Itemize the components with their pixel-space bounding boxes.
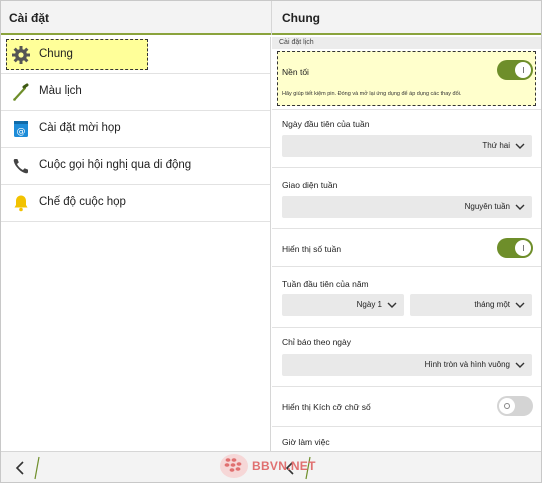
first-day-of-week-dropdown[interactable]: Thứ hai	[282, 135, 532, 157]
sidebar-item-general[interactable]: Chung	[1, 37, 270, 74]
dark-mode-highlight	[277, 51, 536, 106]
day-indicator-label: Chỉ báo theo ngày	[282, 337, 351, 347]
divider	[272, 109, 541, 110]
gear-icon	[11, 45, 31, 65]
sidebar-item-label: Màu lịch	[39, 85, 82, 97]
divider	[272, 266, 541, 267]
sidebar-item-meeting-mode[interactable]: Chế độ cuộc họp	[1, 185, 270, 222]
dropdown-value: Nguyên tuần	[464, 202, 510, 211]
first-week-day-dropdown[interactable]: Ngày 1	[282, 294, 404, 316]
dark-mode-label: Nền tối	[282, 67, 309, 77]
show-number-size-toggle[interactable]	[497, 396, 533, 416]
toggle-knob	[499, 398, 515, 414]
dropdown-value: tháng một	[474, 300, 510, 309]
app-window: Cài đặt Chung Chung Màu lịch @ Cài đặt m…	[0, 0, 542, 483]
watermark: BBVN.NET	[219, 452, 316, 480]
sidebar-item-label: Cài đặt mời họp	[39, 122, 121, 134]
chevron-left-icon	[15, 461, 24, 475]
watermark-text: BBVN.NET	[252, 459, 316, 473]
show-week-number-label: Hiển thị số tuần	[282, 244, 342, 254]
chevron-down-icon	[515, 143, 525, 149]
divider	[272, 228, 541, 229]
show-number-size-label: Hiển thị Kích cỡ chữ số	[282, 402, 371, 412]
week-view-dropdown[interactable]: Nguyên tuần	[282, 196, 532, 218]
toggle-knob	[515, 62, 531, 78]
chevron-down-icon	[387, 302, 397, 308]
first-week-month-dropdown[interactable]: tháng một	[410, 294, 532, 316]
svg-text:@: @	[17, 127, 26, 137]
chevron-down-icon	[515, 362, 525, 368]
dropdown-value: Ngày 1	[356, 300, 382, 309]
chevron-down-icon	[515, 204, 525, 210]
sidebar-item-label: Chế độ cuộc họp	[39, 196, 126, 208]
dropdown-value: Thứ hai	[482, 141, 510, 150]
left-pane-title: Cài đặt	[9, 11, 50, 25]
day-indicator-dropdown[interactable]: Hình tròn và hình vuông	[282, 354, 532, 376]
header-divider	[271, 1, 272, 35]
title-bar: Cài đặt Chung	[1, 1, 541, 35]
week-view-label: Giao diện tuần	[282, 180, 338, 190]
sidebar-item-label: Cuộc gọi hội nghị qua di động	[39, 159, 192, 171]
sidebar-item-label: Chung	[39, 48, 73, 60]
toggle-knob	[515, 240, 531, 256]
divider	[272, 386, 541, 387]
right-pane-title: Chung	[282, 11, 320, 25]
left-back-button[interactable]	[9, 459, 31, 477]
dark-mode-description: Hãy giúp tiết kiệm pin. Đóng và mở lại ứ…	[282, 91, 462, 97]
dropdown-value: Hình tròn và hình vuông	[424, 360, 510, 369]
working-hours-label: Giờ làm việc	[282, 437, 330, 447]
invite-at-icon: @	[11, 119, 31, 139]
first-day-of-week-label: Ngày đầu tiên của tuần	[282, 119, 370, 129]
sidebar-item-mobile-conference[interactable]: Cuộc gọi hội nghị qua di động	[1, 148, 270, 185]
general-settings-panel: Cài đặt lịch Nền tối Hãy giúp tiết kiệm …	[272, 37, 541, 451]
dark-mode-toggle[interactable]	[497, 60, 533, 80]
blackberry-logo-icon	[220, 454, 248, 478]
sidebar-item-calendar-color[interactable]: Màu lịch	[1, 74, 270, 111]
chevron-down-icon	[515, 302, 525, 308]
section-header-calendar-settings: Cài đặt lịch	[272, 37, 541, 49]
show-week-number-toggle[interactable]	[497, 238, 533, 258]
sidebar-item-invite-settings[interactable]: @ Cài đặt mời họp	[1, 111, 270, 148]
separator-slash	[34, 456, 40, 480]
divider	[272, 426, 541, 427]
settings-category-list: Chung Màu lịch @ Cài đặt mời họp Cuộc gọ…	[1, 37, 271, 451]
divider	[272, 327, 541, 328]
divider	[272, 167, 541, 168]
phone-icon	[11, 156, 31, 176]
color-picker-icon	[11, 82, 31, 102]
bell-icon	[11, 193, 31, 213]
first-week-of-year-label: Tuần đầu tiên của năm	[282, 279, 369, 289]
